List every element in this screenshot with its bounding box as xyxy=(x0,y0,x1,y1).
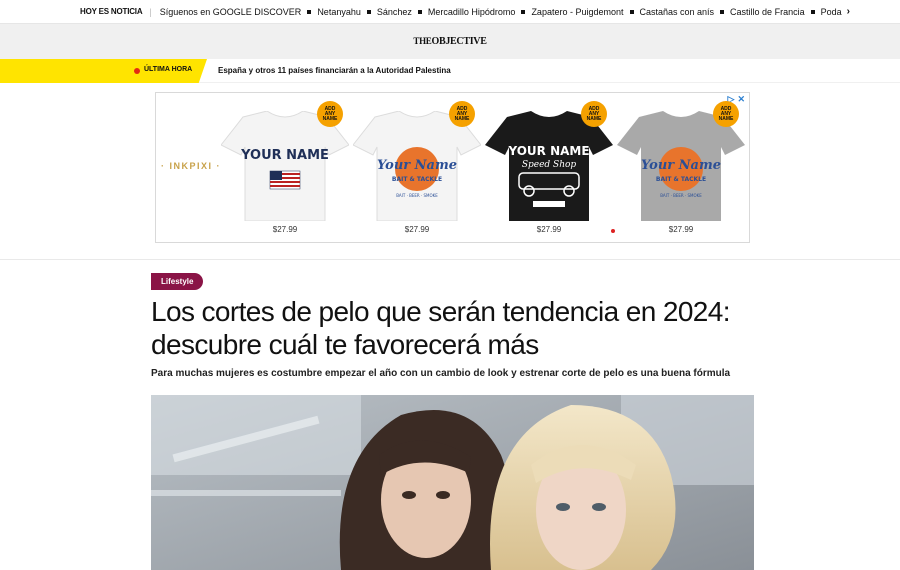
svg-text:BAIT · BEER · SMOKE: BAIT · BEER · SMOKE xyxy=(660,193,702,198)
trending-bar: HOY ES NOTICIA | Síguenos en GOOGLE DISC… xyxy=(0,0,900,24)
tshirt-image: YOUR NAME xyxy=(221,111,349,221)
chevron-right-icon[interactable]: › xyxy=(847,6,850,17)
add-name-badge: ADD ANY NAME xyxy=(713,101,739,127)
breaking-headline[interactable]: España y otros 11 países financiarán a l… xyxy=(218,66,451,75)
bullet-icon xyxy=(629,9,634,14)
product-price: $27.99 xyxy=(272,225,298,234)
bullet-icon xyxy=(417,9,422,14)
logo-objective: OBJECTIVE xyxy=(431,36,487,47)
bullet-icon xyxy=(810,9,815,14)
trending-item-poda[interactable]: Poda xyxy=(821,7,842,17)
breaking-label: ÚLTIMA HORA xyxy=(144,66,193,73)
advertisement[interactable]: INKPIXI ▷ ✕ YOUR NAME ADDANYNAME $27.99 … xyxy=(155,92,750,243)
trending-divider: | xyxy=(149,6,152,17)
ad-product[interactable]: YOUR NAME Speed Shop ADD ANY NAME $27.99 xyxy=(485,101,613,235)
trending-item-netanyahu[interactable]: Netanyahu xyxy=(317,7,361,17)
article-title: Los cortes de pelo que serán tendencia e… xyxy=(151,296,731,360)
live-dot-icon xyxy=(134,68,140,74)
bullet-icon xyxy=(720,9,725,14)
trending-item-mercadillo[interactable]: Mercadillo Hipódromo xyxy=(428,7,516,17)
add-name-badge: ADD ANY NAME xyxy=(449,101,475,127)
article-subtitle: Para muchas mujeres es costumbre empezar… xyxy=(151,368,731,379)
svg-text:Your Name: Your Name xyxy=(641,158,721,173)
svg-text:Speed Shop: Speed Shop xyxy=(522,160,577,170)
svg-text:BAIT & TACKLE: BAIT & TACKLE xyxy=(392,176,442,183)
hero-photo-illustration xyxy=(151,395,754,570)
svg-text:Your Name: Your Name xyxy=(377,158,457,173)
bullet-icon xyxy=(366,9,371,14)
trending-item-sanchez[interactable]: Sánchez xyxy=(377,7,412,17)
site-logo[interactable]: THEOBJECTIVE xyxy=(413,36,487,47)
bullet-icon xyxy=(307,9,312,14)
trending-item-castanas[interactable]: Castañas con anís xyxy=(640,7,715,17)
section-tag[interactable]: Lifestyle xyxy=(151,273,204,290)
ad-product[interactable]: YOUR NAME ADD ANY NAME $27.99 xyxy=(221,101,349,235)
tshirt-image: Your Name BAIT & TACKLE BAIT · BEER · SM… xyxy=(353,111,481,221)
masthead: THEOBJECTIVE xyxy=(0,24,900,59)
logo-the: THE xyxy=(413,36,432,46)
ad-product[interactable]: Your Name BAIT & TACKLE BAIT · BEER · SM… xyxy=(353,101,481,235)
tshirt-image: Your Name BAIT & TACKLE BAIT · BEER · SM… xyxy=(617,111,745,221)
trending-item-google-discover[interactable]: Síguenos en GOOGLE DISCOVER xyxy=(160,7,302,17)
ad-brand-logo: INKPIXI xyxy=(161,161,221,171)
product-price: $27.99 xyxy=(404,225,430,234)
article-hero-image xyxy=(151,395,754,570)
svg-text:YOUR NAME: YOUR NAME xyxy=(507,144,589,158)
bullet-icon xyxy=(521,9,526,14)
add-name-badge: ADD ANY NAME xyxy=(317,101,343,127)
section-divider xyxy=(0,259,900,260)
svg-text:BAIT · BEER · SMOKE: BAIT · BEER · SMOKE xyxy=(396,193,438,198)
trending-item-castillo[interactable]: Castillo de Francia xyxy=(730,7,805,17)
trending-lead: HOY ES NOTICIA xyxy=(80,7,143,16)
svg-text:YOUR NAME: YOUR NAME xyxy=(240,148,329,163)
ad-product[interactable]: Your Name BAIT & TACKLE BAIT · BEER · SM… xyxy=(617,101,745,235)
add-name-badge: ADD ANY NAME xyxy=(581,101,607,127)
svg-text:BAIT & TACKLE: BAIT & TACKLE xyxy=(656,176,706,183)
product-price: $27.99 xyxy=(536,225,562,234)
tshirt-image: YOUR NAME Speed Shop xyxy=(485,111,613,221)
ad-indicator-icon xyxy=(611,229,615,233)
breaking-news-bar: ÚLTIMA HORA España y otros 11 países fin… xyxy=(0,59,900,83)
product-price: $27.99 xyxy=(668,225,694,234)
trending-item-zapatero[interactable]: Zapatero - Puigdemont xyxy=(531,7,623,17)
